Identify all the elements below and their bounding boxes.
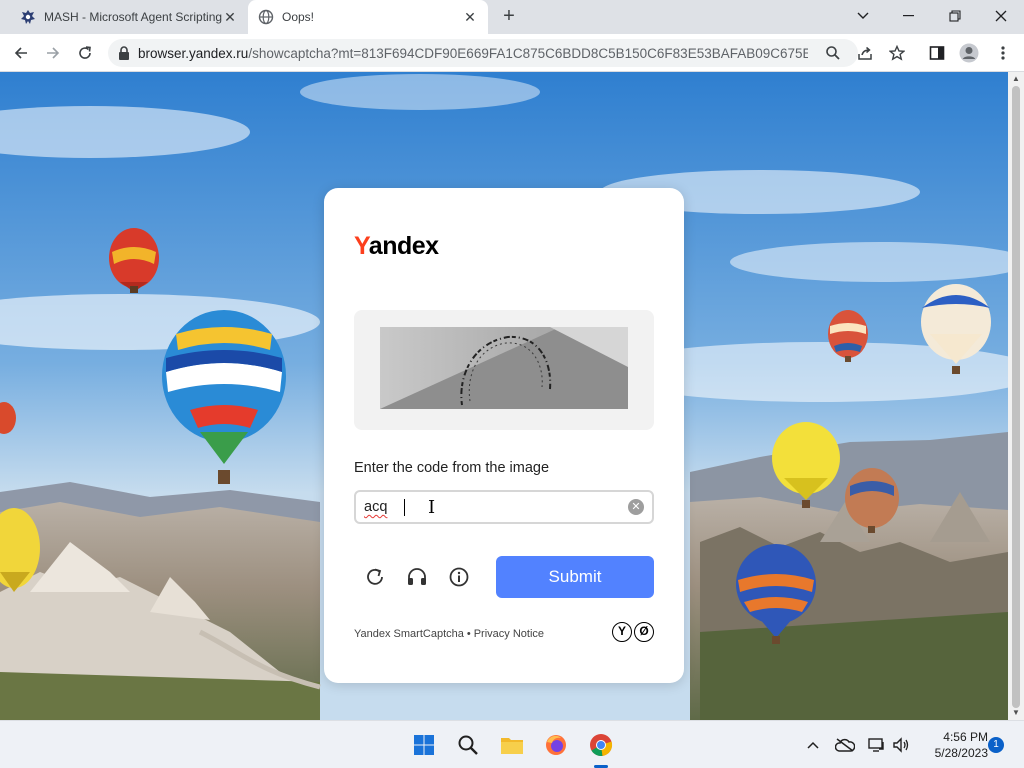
- refresh-captcha-button[interactable]: [362, 564, 388, 590]
- captcha-code-input[interactable]: acq I ✕: [354, 490, 654, 524]
- search-icon: [826, 46, 840, 60]
- submit-button[interactable]: Submit: [496, 556, 654, 598]
- close-icon: [995, 10, 1007, 22]
- windows-logo-icon: [414, 735, 434, 755]
- footer-separator: •: [466, 628, 471, 640]
- scrollbar-thumb[interactable]: [1012, 86, 1020, 708]
- page-viewport: Yandex Enter the code from the image acq: [0, 72, 1008, 720]
- firefox-icon: [546, 735, 566, 755]
- privacy-notice-link[interactable]: Privacy Notice: [474, 628, 544, 640]
- file-explorer-button[interactable]: [499, 732, 525, 758]
- volume-button[interactable]: [888, 732, 914, 758]
- minimize-icon: [903, 15, 914, 17]
- windows-taskbar: 4:56 PM 5/28/2023 1: [0, 720, 1024, 768]
- share-button[interactable]: [852, 40, 878, 66]
- profile-button[interactable]: [956, 40, 982, 66]
- reload-button[interactable]: [72, 40, 98, 66]
- bookmark-button[interactable]: [884, 40, 910, 66]
- globe-icon: [258, 9, 274, 25]
- address-bar[interactable]: browser.yandex.ru/showcaptcha?mt=813F694…: [108, 39, 858, 67]
- side-panel-button[interactable]: [924, 40, 950, 66]
- show-hidden-icons-button[interactable]: [800, 732, 826, 758]
- reload-icon: [79, 46, 91, 59]
- star-icon: [889, 45, 905, 61]
- minimize-button[interactable]: [886, 0, 932, 32]
- chrome-menu-button[interactable]: [990, 40, 1016, 66]
- captcha-info-button[interactable]: [446, 564, 472, 590]
- tab-mash[interactable]: MASH - Microsoft Agent Scripting ✕: [12, 0, 246, 34]
- close-tab-icon[interactable]: ✕: [462, 9, 478, 26]
- chrome-icon: [590, 734, 613, 756]
- new-tab-button[interactable]: +: [498, 4, 520, 28]
- page-scrollbar[interactable]: ▲ ▼: [1008, 72, 1024, 720]
- share-icon: [858, 46, 872, 60]
- audio-captcha-button[interactable]: [404, 564, 430, 590]
- notification-badge[interactable]: 1: [988, 737, 1004, 753]
- taskbar-search-button[interactable]: [455, 732, 481, 758]
- chevron-down-icon: [857, 12, 869, 19]
- tab-strip: MASH - Microsoft Agent Scripting ✕ Oops!…: [0, 0, 1024, 34]
- close-window-button[interactable]: [978, 0, 1024, 32]
- avatar-icon: [959, 43, 979, 63]
- clock-date: 5/28/2023: [934, 746, 988, 760]
- tab-title: Oops!: [282, 10, 315, 24]
- clock-time: 4:56 PM: [943, 730, 988, 744]
- forward-button[interactable]: [40, 40, 66, 66]
- speaker-icon: [893, 737, 909, 753]
- browser-toolbar: browser.yandex.ru/showcaptcha?mt=813F694…: [0, 34, 1024, 72]
- captcha-prompt: Enter the code from the image: [354, 460, 550, 476]
- tab-title: MASH - Microsoft Agent Scripting: [44, 10, 222, 24]
- folder-icon: [501, 738, 523, 754]
- text-caret: [404, 499, 405, 516]
- cloud-offline-icon: [835, 738, 855, 752]
- onedrive-status-button[interactable]: [832, 732, 858, 758]
- lock-icon[interactable]: [118, 46, 130, 60]
- scroll-up-icon[interactable]: ▲: [1011, 74, 1021, 83]
- start-button[interactable]: [411, 732, 437, 758]
- clear-input-icon[interactable]: ✕: [628, 499, 644, 515]
- search-icon: [458, 735, 478, 755]
- kebab-menu-icon: [1001, 46, 1005, 60]
- captcha-footer: Yandex SmartCaptcha • Privacy Notice: [354, 628, 544, 640]
- arrow-left-icon: [14, 47, 27, 59]
- firefox-button[interactable]: [543, 732, 569, 758]
- tab-search-button[interactable]: [840, 0, 886, 32]
- arrow-right-icon: [47, 47, 60, 59]
- headphones-icon: [408, 568, 426, 585]
- captcha-image-box: [354, 310, 654, 430]
- logo-letter-y: Y: [612, 622, 632, 642]
- back-button[interactable]: [8, 40, 34, 66]
- chrome-taskbar-button[interactable]: [588, 732, 614, 758]
- network-button[interactable]: [864, 732, 890, 758]
- system-clock[interactable]: 4:56 PM 5/28/2023: [918, 729, 988, 761]
- restore-icon: [949, 10, 961, 22]
- chevron-up-icon: [807, 741, 819, 749]
- info-icon: [449, 567, 469, 587]
- refresh-icon: [367, 568, 383, 585]
- close-tab-icon[interactable]: ✕: [222, 9, 238, 26]
- mash-favicon-icon: [21, 10, 35, 24]
- url-text[interactable]: browser.yandex.ru/showcaptcha?mt=813F694…: [138, 46, 808, 61]
- logo-letter-o: Ø: [634, 622, 654, 642]
- zoom-search-button[interactable]: [820, 40, 846, 66]
- text-cursor-icon: I: [428, 497, 436, 518]
- network-icon: [868, 738, 884, 752]
- tab-oops[interactable]: Oops! ✕: [248, 0, 488, 34]
- captcha-input-value: acq: [364, 499, 388, 515]
- smartcaptcha-label: Yandex SmartCaptcha: [354, 628, 464, 640]
- restore-button[interactable]: [932, 0, 978, 32]
- side-panel-icon: [929, 46, 945, 60]
- yandex-cloud-logo: Y Ø: [612, 622, 654, 642]
- scroll-down-icon[interactable]: ▼: [1011, 708, 1021, 717]
- captcha-card: Yandex Enter the code from the image acq: [324, 188, 684, 683]
- captcha-image: [380, 327, 628, 409]
- yandex-logo: Yandex: [354, 232, 439, 260]
